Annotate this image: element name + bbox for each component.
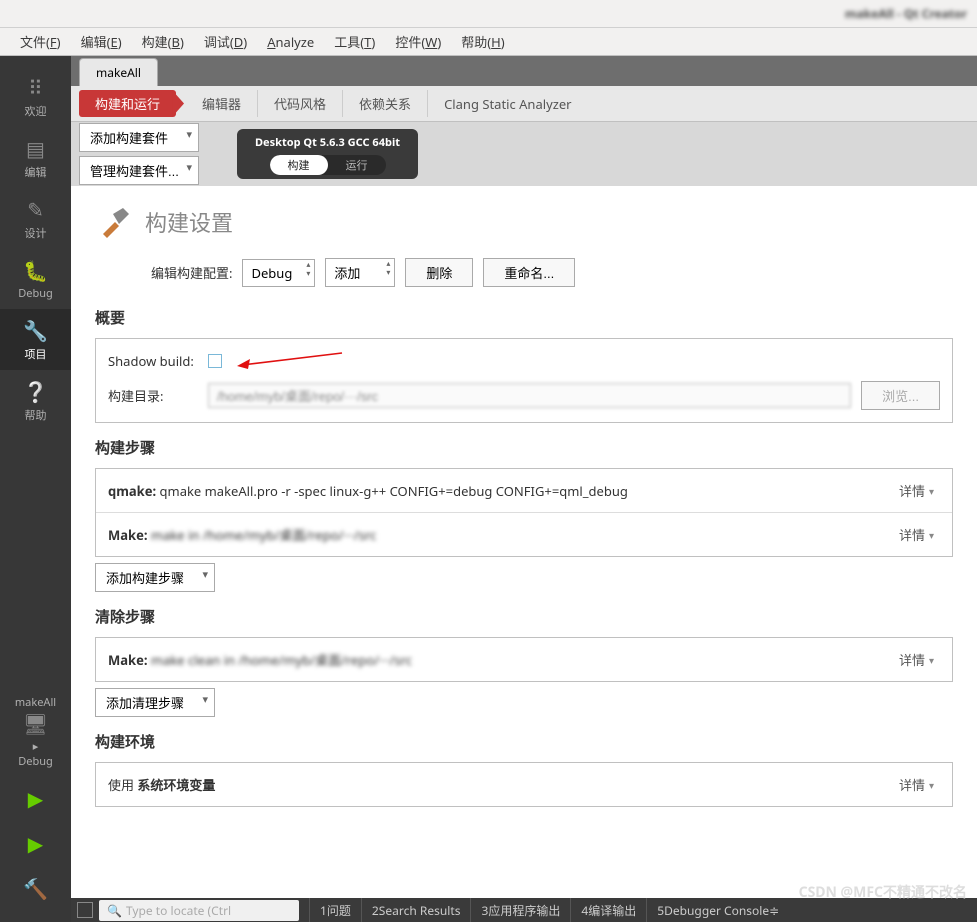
sb-compile-output[interactable]: 4 编译输出 bbox=[570, 898, 646, 922]
monitor-icon: 🖥 bbox=[0, 710, 71, 737]
clean-steps-heading: 清除步骤 bbox=[95, 606, 953, 627]
menu-debug[interactable]: 调试(D) bbox=[194, 28, 257, 55]
tab-editor[interactable]: 编辑器 bbox=[186, 90, 258, 117]
menu-analyze[interactable]: Analyze bbox=[257, 29, 324, 55]
rail-debug[interactable]: 🐛Debug bbox=[0, 249, 71, 309]
play-icon: ▶ bbox=[0, 785, 71, 812]
clean-steps-box: Make: make clean in /home/myb/桌面/repo/··… bbox=[95, 637, 953, 682]
menu-tools[interactable]: 工具(T) bbox=[324, 28, 385, 55]
config-select[interactable]: Debug bbox=[242, 259, 315, 287]
overview-heading: 概要 bbox=[95, 307, 953, 328]
rail-build-button[interactable]: 🔨 bbox=[0, 867, 71, 912]
project-tab-makeall[interactable]: makeAll bbox=[79, 58, 158, 86]
wrench-icon: 🔧 bbox=[0, 317, 71, 344]
menu-file[interactable]: 文件(F) bbox=[10, 28, 71, 55]
kit-tab-build[interactable]: 构建 bbox=[270, 155, 328, 175]
rail-project-selector[interactable]: makeAll🖥▸Debug bbox=[0, 687, 71, 777]
build-step-make: Make: make in /home/myb/桌面/repo/···/src … bbox=[96, 513, 952, 556]
pencil-icon: ✎ bbox=[0, 196, 71, 223]
tab-clang[interactable]: Clang Static Analyzer bbox=[428, 91, 588, 117]
shadow-build-label: Shadow build: bbox=[108, 352, 198, 370]
document-icon: ▤ bbox=[0, 135, 71, 162]
locator-input[interactable]: 🔍Type to locate (Ctrl bbox=[99, 900, 299, 921]
rail-design[interactable]: ✎设计 bbox=[0, 188, 71, 249]
tab-build-run[interactable]: 构建和运行 bbox=[79, 90, 176, 117]
overview-box: Shadow build: 构建目录: 浏览... bbox=[95, 338, 953, 423]
rail-projects[interactable]: 🔧项目 bbox=[0, 309, 71, 370]
rail-welcome[interactable]: ⠿欢迎 bbox=[0, 66, 71, 127]
build-dir-input[interactable] bbox=[208, 383, 851, 408]
bug-icon: 🐛 bbox=[0, 257, 71, 284]
tab-code-style[interactable]: 代码风格 bbox=[258, 90, 343, 117]
add-clean-step-dropdown[interactable]: 添加清理步骤 bbox=[95, 688, 215, 717]
edit-config-label: 编辑构建配置: bbox=[151, 263, 232, 282]
shadow-build-checkbox[interactable] bbox=[208, 354, 222, 368]
hammer-icon bbox=[95, 202, 135, 242]
menu-bar: 文件(F) 编辑(E) 构建(B) 调试(D) Analyze 工具(T) 控件… bbox=[0, 28, 977, 56]
env-details-button[interactable]: 详情 bbox=[893, 773, 940, 796]
page-title: 构建设置 bbox=[145, 206, 233, 238]
sb-search-results[interactable]: 2 Search Results bbox=[361, 898, 471, 922]
left-sidebar: ⠿欢迎 ▤编辑 ✎设计 🐛Debug 🔧项目 ❔帮助 makeAll🖥▸Debu… bbox=[0, 56, 71, 922]
menu-help[interactable]: 帮助(H) bbox=[451, 28, 514, 55]
tab-dependencies[interactable]: 依赖关系 bbox=[343, 90, 428, 117]
sb-toggle[interactable] bbox=[77, 902, 93, 918]
make-details-button[interactable]: 详情 bbox=[893, 523, 940, 546]
menu-build[interactable]: 构建(B) bbox=[132, 28, 194, 55]
build-step-qmake: qmake: qmake makeAll.pro -r -spec linux-… bbox=[96, 469, 952, 513]
browse-button[interactable]: 浏览... bbox=[861, 381, 940, 410]
menu-edit[interactable]: 编辑(E) bbox=[71, 28, 132, 55]
rail-debug-run-button[interactable]: ▶ bbox=[0, 822, 71, 867]
add-config-dropdown[interactable]: 添加 bbox=[325, 258, 395, 287]
watermark: CSDN @MFC不精通不改名 bbox=[799, 882, 967, 902]
build-steps-heading: 构建步骤 bbox=[95, 437, 953, 458]
window-title: makeAll - Qt Creator bbox=[845, 5, 977, 22]
build-env-heading: 构建环境 bbox=[95, 731, 953, 752]
build-steps-box: qmake: qmake makeAll.pro -r -spec linux-… bbox=[95, 468, 953, 557]
annotation-arrow bbox=[232, 351, 352, 371]
sb-app-output[interactable]: 3 应用程序输出 bbox=[470, 898, 570, 922]
rail-help[interactable]: ❔帮助 bbox=[0, 370, 71, 431]
menu-widgets[interactable]: 控件(W) bbox=[385, 28, 451, 55]
add-build-step-dropdown[interactable]: 添加构建步骤 bbox=[95, 563, 215, 592]
sb-debug-console[interactable]: 5 Debugger Console ≑ bbox=[646, 898, 789, 922]
build-env-row: 使用 系统环境变量 详情 bbox=[96, 763, 952, 806]
kit-selector-row: 添加构建套件 管理构建套件... Desktop Qt 5.6.3 GCC 64… bbox=[71, 122, 977, 186]
delete-config-button[interactable]: 删除 bbox=[405, 258, 473, 287]
sb-issues[interactable]: 1 问题 bbox=[309, 898, 361, 922]
manage-kit-button[interactable]: 管理构建套件... bbox=[79, 156, 199, 185]
settings-tabs: 构建和运行 编辑器 代码风格 依赖关系 Clang Static Analyze… bbox=[71, 86, 977, 122]
search-icon: 🔍 bbox=[107, 902, 122, 919]
rail-run-button[interactable]: ▶ bbox=[0, 777, 71, 822]
help-icon: ❔ bbox=[0, 378, 71, 405]
clean-details-button[interactable]: 详情 bbox=[893, 648, 940, 671]
rail-edit[interactable]: ▤编辑 bbox=[0, 127, 71, 188]
kit-pill: Desktop Qt 5.6.3 GCC 64bit 构建 运行 bbox=[237, 129, 418, 179]
clean-step-make: Make: make clean in /home/myb/桌面/repo/··… bbox=[96, 638, 952, 681]
add-kit-dropdown[interactable]: 添加构建套件 bbox=[79, 123, 199, 152]
build-env-box: 使用 系统环境变量 详情 bbox=[95, 762, 953, 807]
grid-icon: ⠿ bbox=[0, 74, 71, 101]
qmake-details-button[interactable]: 详情 bbox=[893, 479, 940, 502]
project-tabs: makeAll bbox=[71, 56, 977, 86]
build-dir-label: 构建目录: bbox=[108, 386, 198, 405]
kit-tab-run[interactable]: 运行 bbox=[328, 155, 386, 175]
rename-config-button[interactable]: 重命名... bbox=[483, 258, 575, 287]
hammer-icon: 🔨 bbox=[0, 875, 71, 902]
build-settings-panel: 构建设置 编辑构建配置: Debug 添加 删除 重命名... 概要 Shado… bbox=[71, 186, 977, 898]
kit-name: Desktop Qt 5.6.3 GCC 64bit bbox=[245, 133, 410, 152]
window-title-bar: makeAll - Qt Creator bbox=[0, 0, 977, 28]
play-debug-icon: ▶ bbox=[0, 830, 71, 857]
